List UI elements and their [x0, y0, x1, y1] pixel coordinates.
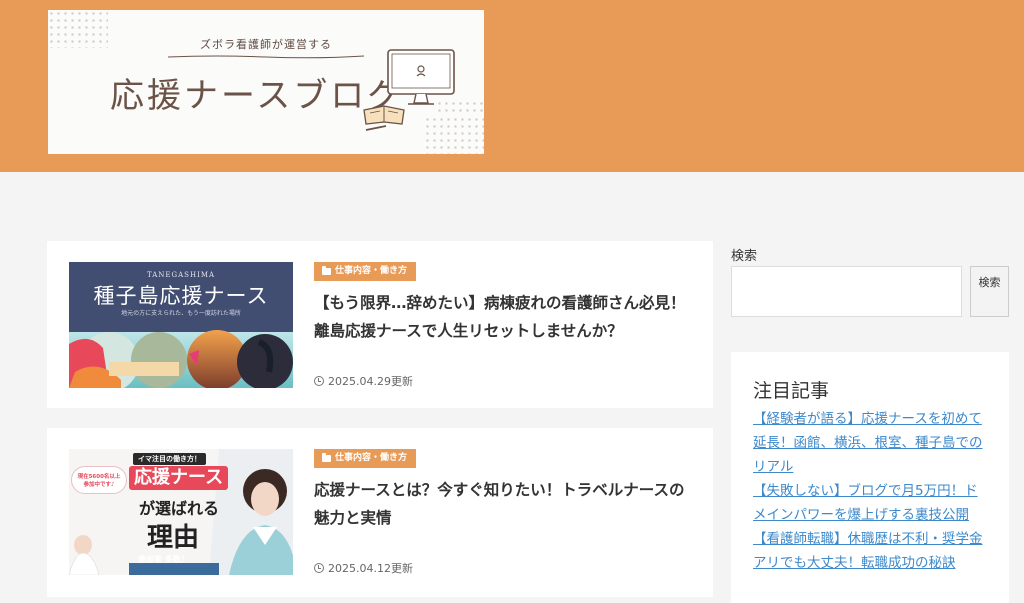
widget-title: 注目記事	[753, 380, 830, 402]
thumbnail-bubble-bottom: 参加中です♪	[83, 482, 115, 488]
search-button[interactable]: 検索	[970, 266, 1009, 317]
category-text: 仕事内容・働き方	[335, 453, 408, 463]
thumbnail-bubble-top: 現在5600名以上	[77, 474, 121, 480]
post-thumbnail[interactable]: TANEGASHIMA 種子島応援ナース 地元の方に支えられた、もう一度訪れた場…	[69, 262, 293, 388]
folder-icon	[322, 453, 331, 462]
book-icon	[363, 105, 405, 131]
list-item: 【看護師転職】休職歴は不利・奨学金アリでも大丈夫！転職成功の秘訣	[753, 527, 987, 575]
thumbnail-caption-small: TANEGASHIMA	[146, 271, 216, 279]
thumbnail-caption-sub: 地元の方に支えられた、もう一度訪れた場所	[121, 310, 241, 317]
history-icon	[314, 376, 324, 386]
thumbnail-bubble: 現在5600名以上 参加中です♪	[71, 466, 127, 494]
site-header: ズボラ看護師が運営する 応援ナースブログ	[0, 0, 1024, 172]
thumbnail-caption-main: 種子島応援ナース	[93, 284, 269, 308]
post-card[interactable]: イマ注目の働き方！ 現在5600名以上 参加中です♪ 応援ナース が選ばれる 理…	[47, 428, 713, 597]
category-label[interactable]: 仕事内容・働き方	[314, 262, 417, 281]
history-icon	[314, 563, 324, 573]
search-input[interactable]	[731, 266, 962, 317]
post-date-text: 2025.04.29更新	[328, 375, 413, 388]
thumbnail-footer: 参加者 多数！	[138, 555, 189, 564]
thumbnail-line2: が選ばれる	[139, 499, 220, 518]
logo-underline-decoration	[167, 55, 365, 59]
post-date: 2025.04.12更新	[314, 560, 413, 576]
featured-link[interactable]: 【失敗しない】ブログで月5万円！ドメインパワーを爆上げする裏技公開	[753, 479, 987, 527]
list-item: 【失敗しない】ブログで月5万円！ドメインパワーを爆上げする裏技公開	[753, 479, 987, 527]
category-label[interactable]: 仕事内容・働き方	[314, 449, 417, 468]
site-logo[interactable]: ズボラ看護師が運営する 応援ナースブログ	[48, 10, 484, 154]
featured-link[interactable]: 【看護師転職】休職歴は不利・奨学金アリでも大丈夫！転職成功の秘訣	[753, 527, 987, 575]
logo-dots-decoration	[424, 116, 484, 154]
post-date: 2025.04.29更新	[314, 373, 413, 389]
post-title[interactable]: 応援ナースとは？今すぐ知りたい！トラベルナースの魅力と実情	[314, 476, 698, 532]
post-thumbnail[interactable]: イマ注目の働き方！ 現在5600名以上 参加中です♪ 応援ナース が選ばれる 理…	[69, 449, 293, 575]
post-date-text: 2025.04.12更新	[328, 562, 413, 575]
thumbnail-line3: 理由	[147, 523, 200, 553]
category-text: 仕事内容・働き方	[335, 266, 408, 276]
featured-posts-widget: 注目記事 【経験者が語る】応援ナースを初めて延長！函館、横浜、根室、種子島でのリ…	[731, 352, 1009, 603]
featured-list: 【経験者が語る】応援ナースを初めて延長！函館、横浜、根室、種子島でのリアル 【失…	[753, 407, 987, 575]
featured-link[interactable]: 【経験者が語る】応援ナースを初めて延長！函館、横浜、根室、種子島でのリアル	[753, 407, 987, 479]
post-card[interactable]: TANEGASHIMA 種子島応援ナース 地元の方に支えられた、もう一度訪れた場…	[47, 241, 713, 408]
search-label: 検索	[731, 249, 758, 264]
folder-icon	[322, 266, 331, 275]
thumbnail-main: 応援ナース	[129, 466, 229, 490]
monitor-icon	[387, 49, 455, 105]
thumbnail-badge: イマ注目の働き方！	[133, 453, 206, 465]
list-item: 【経験者が語る】応援ナースを初めて延長！函館、横浜、根室、種子島でのリアル	[753, 407, 987, 479]
post-title[interactable]: 【もう限界…辞めたい】病棟疲れの看護師さん必見！離島応援ナースで人生リセットしま…	[314, 289, 698, 345]
